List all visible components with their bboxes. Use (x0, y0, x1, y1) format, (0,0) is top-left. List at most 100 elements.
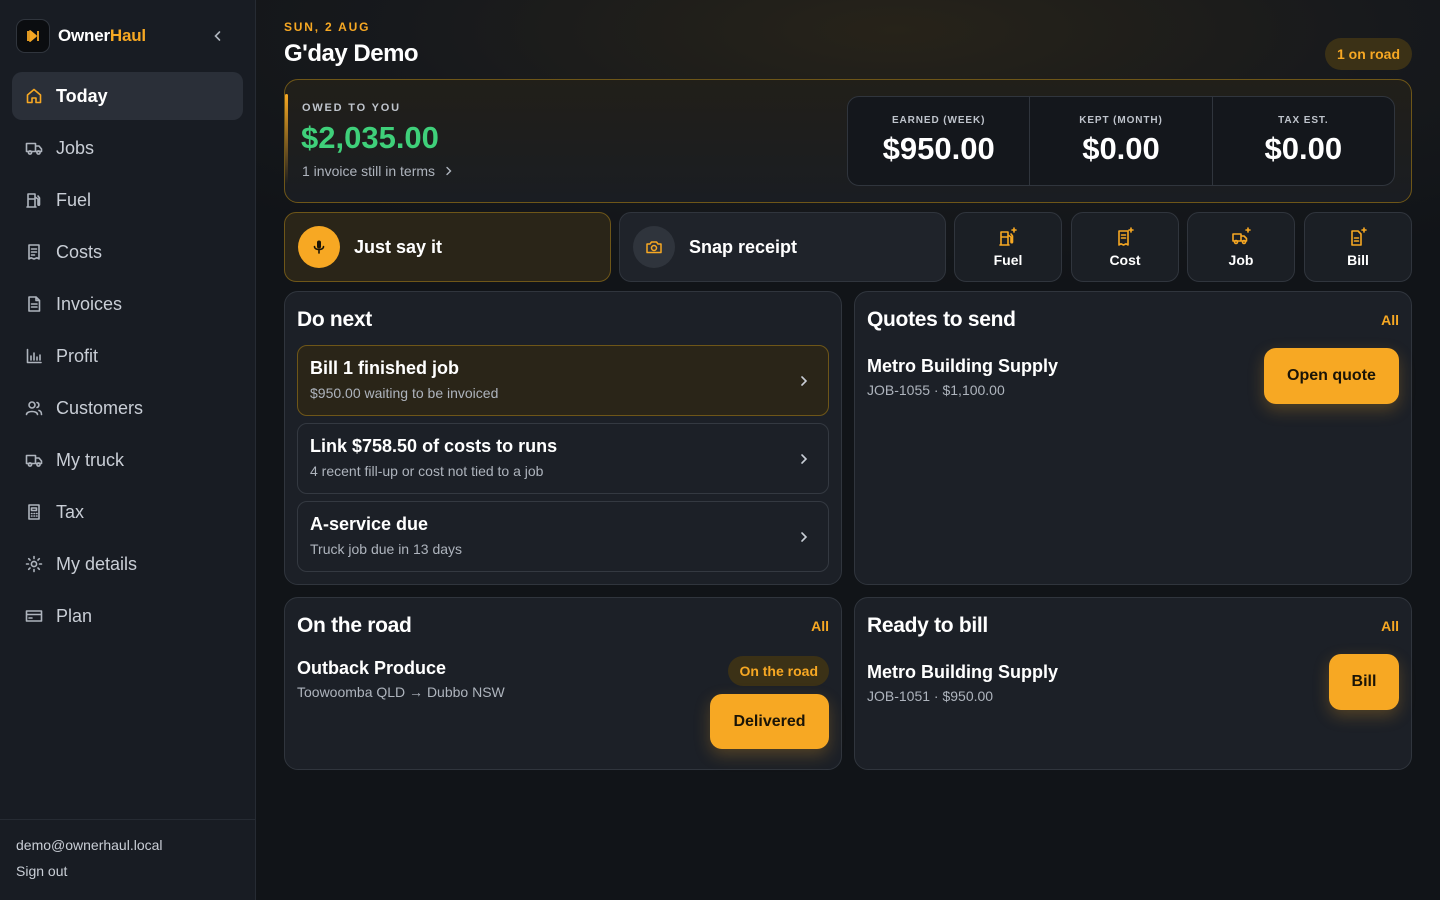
credit-card-icon (25, 607, 43, 625)
task-title: Bill 1 finished job (310, 358, 460, 378)
sidebar-item-customers[interactable]: Customers (12, 384, 243, 432)
document-icon (25, 295, 43, 313)
calculator-icon (25, 503, 43, 521)
chevron-right-icon (445, 163, 453, 179)
add-fuel-label: Fuel (993, 252, 1023, 268)
stat-label: EARNED (WEEK) (891, 115, 986, 126)
stat-kept-month: KEPT (MONTH) $0.00 (1030, 97, 1213, 185)
owed-label: OWED TO YOU (302, 102, 401, 114)
date-label: SUN, 2 AUG (284, 20, 371, 34)
task-subtitle: 4 recent fill-up or cost not tied to a j… (310, 463, 544, 479)
brand: OwnerHaul (16, 18, 240, 54)
card-title: On the road (297, 614, 412, 637)
do-next-card: Do next Bill 1 finished job $950.00 wait… (284, 291, 842, 585)
bill-job-info: JOB-1051 · $950.00 (867, 688, 994, 704)
task-title: Link $758.50 of costs to runs (310, 436, 558, 456)
stat-value: $0.00 (1082, 131, 1160, 166)
sidebar-item-label: Jobs (56, 137, 95, 158)
chevron-right-icon (801, 532, 808, 542)
sidebar-item-label: Plan (56, 605, 93, 626)
add-cost-button[interactable]: Cost (1071, 212, 1179, 282)
task-item[interactable]: Bill 1 finished job $950.00 waiting to b… (297, 345, 829, 416)
sidebar-item-fuel[interactable]: Fuel (12, 176, 243, 224)
sidebar-item-jobs[interactable]: Jobs (12, 124, 243, 172)
on-road-card: On the road All Outback Produce Toowoomb… (284, 597, 842, 770)
main-content: SUN, 2 AUG G'day Demo 1 on road OWED TO … (256, 0, 1440, 900)
task-subtitle: Truck job due in 13 days (310, 541, 463, 557)
bill-customer-name: Metro Building Supply (867, 662, 1058, 682)
snap-receipt-button[interactable]: Snap receipt (619, 212, 946, 282)
sidebar-item-costs[interactable]: Costs (12, 228, 243, 276)
quote-customer-name: Metro Building Supply (867, 356, 1058, 376)
add-fuel-button[interactable]: Fuel (954, 212, 1062, 282)
add-bill-label: Bill (1347, 252, 1369, 268)
home-icon (25, 87, 43, 105)
delivered-button[interactable]: Delivered (710, 694, 829, 749)
sidebar-item-invoices[interactable]: Invoices (12, 280, 243, 328)
on-road-badge[interactable]: 1 on road (1324, 38, 1412, 70)
stat-value: $950.00 (882, 131, 995, 166)
add-cost-label: Cost (1109, 252, 1141, 268)
chevron-left-icon[interactable] (208, 26, 228, 46)
add-job-label: Job (1228, 252, 1254, 268)
sidebar-item-my-truck[interactable]: My truck (12, 436, 243, 484)
owed-amount: $2,035.00 (301, 120, 439, 155)
task-subtitle: $950.00 waiting to be invoiced (310, 385, 499, 401)
sidebar-item-plan[interactable]: Plan (12, 592, 243, 640)
add-bill-button[interactable]: Bill (1304, 212, 1412, 282)
truck-icon (25, 139, 43, 157)
owed-accent-bar (285, 94, 288, 184)
sidebar-item-label: Fuel (56, 189, 92, 210)
sidebar-item-label: Tax (56, 501, 85, 522)
ready-to-bill-card: Ready to bill All Metro Building Supply … (854, 597, 1412, 770)
stat-tax-estimate: TAX EST. $0.00 (1213, 97, 1394, 185)
sidebar-item-profit[interactable]: Profit (12, 332, 243, 380)
sidebar-item-label: My details (56, 553, 138, 574)
settings-icon (25, 555, 43, 573)
sidebar-item-my-details[interactable]: My details (12, 540, 243, 588)
open-quote-button[interactable]: Open quote (1264, 348, 1399, 404)
sidebar-item-today[interactable]: Today (12, 72, 243, 120)
quotes-card: Quotes to send All Metro Building Supply… (854, 291, 1412, 585)
add-job-button[interactable]: Job (1187, 212, 1295, 282)
task-item[interactable]: Link $758.50 of costs to runs 4 recent f… (297, 423, 829, 494)
job-route: Toowoomba QLD → Dubbo NSW (297, 684, 505, 700)
view-all-link[interactable]: All (1381, 618, 1399, 634)
brand-logo-icon[interactable] (16, 19, 50, 53)
fuel-pump-icon (25, 191, 43, 209)
sidebar-item-label: Profit (56, 345, 99, 366)
receipt-plus-icon (1114, 226, 1136, 248)
card-title: Do next (297, 308, 372, 331)
microphone-icon (298, 226, 340, 268)
camera-icon (633, 226, 675, 268)
view-all-link[interactable]: All (811, 618, 829, 634)
card-title: Quotes to send (867, 308, 1016, 331)
chevron-right-icon (801, 454, 808, 464)
status-badge: On the road (728, 656, 829, 686)
sidebar-item-tax[interactable]: Tax (12, 488, 243, 536)
sidebar-footer: demo@ownerhaul.local Sign out (0, 819, 255, 900)
sign-out-link[interactable]: Sign out (16, 863, 67, 879)
job-customer-name: Outback Produce (297, 658, 447, 678)
invoice-terms-text: 1 invoice still in terms (302, 163, 436, 179)
truck-plus-icon (1230, 226, 1252, 248)
sidebar-nav: Today Jobs Fuel Costs Invoices Profit Cu… (12, 72, 243, 644)
quick-actions: Just say it Snap receipt Fuel Cost Job B… (284, 212, 1412, 282)
page-title: G'day Demo (284, 40, 419, 67)
sidebar-item-label: My truck (56, 449, 125, 470)
invoice-terms-link[interactable]: 1 invoice still in terms (302, 163, 453, 179)
stat-earned-week: EARNED (WEEK) $950.00 (848, 97, 1031, 185)
receipt-icon (25, 243, 43, 261)
truck-icon (25, 451, 43, 469)
owed-summary-card: OWED TO YOU $2,035.00 1 invoice still in… (284, 79, 1412, 203)
bill-button[interactable]: Bill (1329, 654, 1399, 710)
voice-entry-label: Just say it (354, 236, 443, 257)
quote-job-info: JOB-1055 · $1,100.00 (867, 382, 1005, 398)
task-item[interactable]: A-service due Truck job due in 13 days (297, 501, 829, 572)
stat-value: $0.00 (1264, 131, 1343, 166)
voice-entry-button[interactable]: Just say it (284, 212, 611, 282)
view-all-link[interactable]: All (1381, 312, 1399, 328)
task-title: A-service due (310, 514, 429, 534)
fuel-pump-plus-icon (997, 226, 1019, 248)
user-email: demo@ownerhaul.local (16, 837, 163, 853)
